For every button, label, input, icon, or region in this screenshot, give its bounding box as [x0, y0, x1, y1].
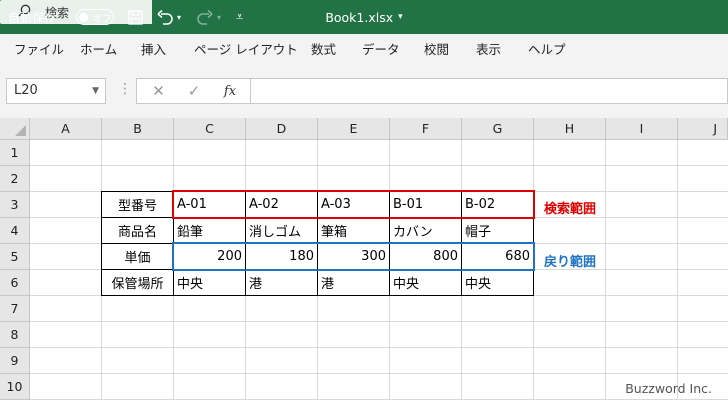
cell-d5[interactable]: 180 [246, 244, 317, 269]
column-header-j[interactable]: J [678, 118, 728, 140]
autosave-toggle-label: オフ [92, 13, 112, 25]
name-box[interactable]: L20 ▼ [6, 78, 106, 104]
gridline [30, 321, 728, 322]
tab-file[interactable]: ファイル [14, 34, 64, 66]
column-header-d[interactable]: D [246, 118, 318, 140]
table-border [533, 191, 534, 296]
column-header-h[interactable]: H [534, 118, 606, 140]
cell-b6[interactable]: 保管場所 [102, 270, 173, 295]
cell-e6[interactable]: 港 [318, 270, 389, 295]
cell-c6[interactable]: 中央 [174, 270, 245, 295]
gridline [30, 347, 728, 348]
cell-d3[interactable]: A-02 [246, 192, 317, 217]
name-box-value: L20 [14, 83, 38, 98]
formula-input[interactable] [250, 78, 728, 104]
insert-function-icon[interactable]: fx [208, 78, 252, 104]
cell-d6[interactable]: 港 [246, 270, 317, 295]
cell-g3[interactable]: B-02 [462, 192, 533, 217]
cell-b4[interactable]: 商品名 [102, 218, 173, 243]
column-header-b[interactable]: B [102, 118, 174, 140]
cell-e3[interactable]: A-03 [318, 192, 389, 217]
customize-quick-access-icon[interactable]: ⩡ [236, 0, 243, 34]
watermark: Buzzword Inc. [625, 381, 712, 396]
row-header-8[interactable]: 8 [0, 322, 30, 348]
document-title[interactable]: Book1.xlsx [325, 10, 393, 25]
cell-g6[interactable]: 中央 [462, 270, 533, 295]
cell-f5[interactable]: 800 [390, 244, 461, 269]
return-range-label: 戻り範囲 [544, 255, 597, 270]
cell-f6[interactable]: 中央 [390, 270, 461, 295]
cell-e4[interactable]: 筆箱 [318, 218, 389, 243]
autosave-label: 自動保存 [8, 10, 57, 25]
row-header-1[interactable]: 1 [0, 140, 30, 166]
formula-bar: L20 ▼ ⋮ ✕ ✓ fx [0, 66, 728, 118]
gridline [605, 140, 606, 400]
cell-e5[interactable]: 300 [318, 244, 389, 269]
row-header-7[interactable]: 7 [0, 296, 30, 322]
cell-c4[interactable]: 鉛筆 [174, 218, 245, 243]
save-icon[interactable] [124, 0, 146, 34]
select-all-button[interactable] [0, 118, 30, 140]
cell-d4[interactable]: 消しゴム [246, 218, 317, 243]
gridline [30, 373, 728, 374]
autosave-toggle[interactable]: オフ [76, 9, 114, 25]
cell-b3[interactable]: 型番号 [102, 192, 173, 217]
title-dropdown-icon[interactable]: ▾ [398, 12, 403, 22]
column-header-e[interactable]: E [318, 118, 390, 140]
name-box-dropdown-icon[interactable]: ▼ [92, 79, 99, 103]
redo-dropdown-icon: ▾ [217, 12, 222, 22]
tab-insert[interactable]: 挿入 [141, 34, 166, 66]
cell-f3[interactable]: B-01 [390, 192, 461, 217]
column-header-g[interactable]: G [462, 118, 534, 140]
search-range-label: 検索範囲 [544, 202, 597, 217]
formula-bar-grip-icon: ⋮ [118, 81, 132, 97]
undo-dropdown-icon[interactable]: ▾ [177, 0, 181, 34]
cell-c3[interactable]: A-01 [174, 192, 245, 217]
tab-formulas[interactable]: 数式 [311, 34, 336, 66]
tab-view[interactable]: 表示 [476, 34, 501, 66]
row-header-10[interactable]: 10 [0, 374, 30, 400]
column-header-i[interactable]: I [606, 118, 678, 140]
cell-g4[interactable]: 帽子 [462, 218, 533, 243]
cell-c5[interactable]: 200 [174, 244, 245, 269]
row-header-4[interactable]: 4 [0, 218, 30, 244]
row-header-6[interactable]: 6 [0, 270, 30, 296]
row-header-2[interactable]: 2 [0, 166, 30, 192]
redo-icon [194, 0, 216, 34]
ribbon-tabs: ファイル ホーム 挿入 ページ レイアウト 数式 データ 校閲 表示 ヘルプ [0, 34, 728, 67]
column-header-f[interactable]: F [390, 118, 462, 140]
tab-help[interactable]: ヘルプ [528, 34, 566, 66]
title-bar: 自動保存 オフ ▾ ▾ ⩡ Book1.xlsx ▾ 検索 [0, 0, 728, 34]
row-header-3[interactable]: 3 [0, 192, 30, 218]
tab-data[interactable]: データ [362, 34, 400, 66]
column-header-a[interactable]: A [30, 118, 102, 140]
gridline [677, 140, 678, 400]
cell-f4[interactable]: カバン [390, 218, 461, 243]
undo-icon[interactable] [154, 0, 176, 34]
tab-page-layout[interactable]: ページ レイアウト [194, 34, 298, 66]
worksheet-grid[interactable]: A B C D E F G H I J 1 2 3 4 5 6 7 8 9 10… [0, 118, 728, 400]
column-header-c[interactable]: C [174, 118, 246, 140]
row-header-5[interactable]: 5 [0, 244, 30, 270]
cell-b5[interactable]: 単価 [102, 244, 173, 269]
gridline [30, 165, 728, 166]
cell-g5[interactable]: 680 [462, 244, 533, 269]
tab-review[interactable]: 校閲 [424, 34, 449, 66]
row-header-9[interactable]: 9 [0, 348, 30, 374]
toggle-knob [79, 12, 88, 22]
tab-home[interactable]: ホーム [80, 34, 117, 66]
